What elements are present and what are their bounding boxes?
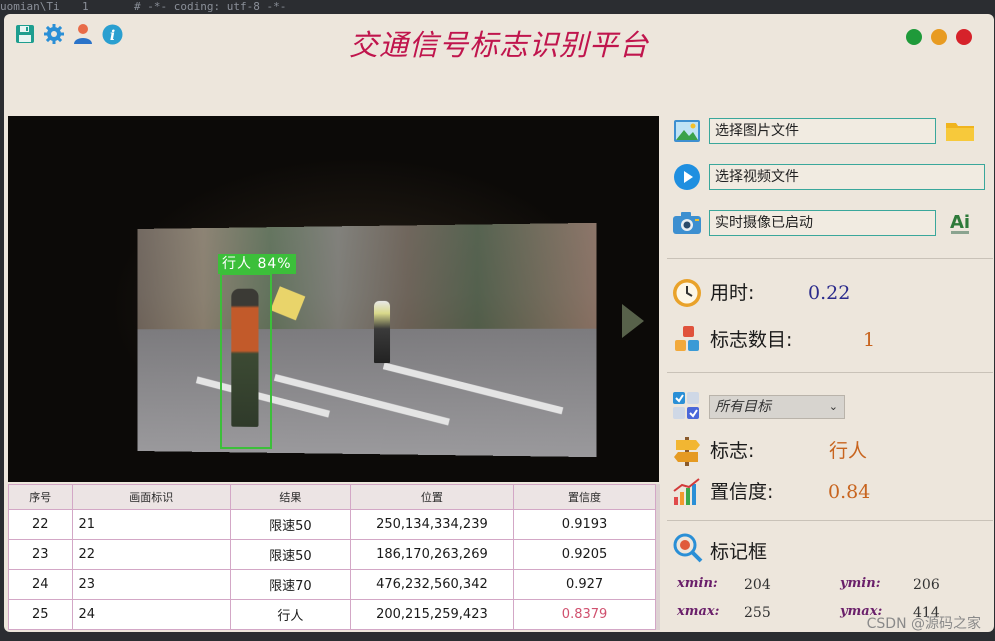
cell-frame: 23: [71, 569, 232, 600]
cell-confidence: 0.9193: [513, 509, 656, 540]
scene-road: [137, 328, 597, 458]
count-stat: 标志数目: 1: [664, 323, 994, 357]
video-file-field[interactable]: 选择视频文件: [709, 164, 985, 190]
minimize-button[interactable]: [906, 29, 922, 45]
watermark: CSDN @源码之家: [866, 616, 981, 632]
col-header-position[interactable]: 位置: [349, 484, 515, 510]
confidence-label: 置信度:: [710, 481, 774, 503]
table-scrollbar[interactable]: [656, 484, 660, 630]
video-file-row: 选择视频文件: [664, 160, 994, 194]
ymin-value: 206: [913, 577, 940, 593]
detection-label: 行人 84%: [218, 254, 296, 274]
target-select-value: 所有目标: [715, 399, 771, 415]
chevron-down-icon: ⌄: [828, 400, 838, 413]
editor-code-line: # -*- coding: utf-8 -*-: [134, 0, 287, 13]
image-file-field[interactable]: 选择图片文件: [709, 118, 936, 144]
cell-position: 186,170,263,269: [349, 539, 515, 570]
play-arrow-icon[interactable]: [622, 304, 644, 338]
camera-icon[interactable]: [672, 208, 702, 238]
sign-stat: 标志: 行人: [664, 434, 994, 468]
clock-icon: [672, 278, 702, 308]
cell-index: 24: [8, 569, 73, 600]
sign-label: 标志:: [710, 440, 755, 462]
col-header-index[interactable]: 序号: [8, 484, 73, 510]
col-header-result[interactable]: 结果: [230, 484, 351, 510]
divider: [667, 258, 993, 259]
table-row[interactable]: 25 24 行人 200,215,259,423 0.8379: [8, 599, 656, 630]
app-title: 交通信号标志识别平台: [348, 28, 649, 62]
confidence-stat: 置信度: 0.84: [664, 475, 994, 509]
confidence-value: 0.84: [828, 481, 871, 503]
cell-index: 23: [8, 539, 73, 570]
count-label: 标志数目:: [710, 329, 793, 351]
ai-icon[interactable]: Ai: [944, 209, 976, 237]
xmax-value: 255: [744, 605, 771, 621]
table-header-row: 序号 画面标识 结果 位置 置信度: [8, 484, 656, 510]
ymin-label: ymin:: [840, 576, 881, 591]
sign-value: 行人: [829, 440, 868, 462]
street-scene-image: [137, 222, 597, 458]
xmin-value: 204: [744, 577, 771, 593]
table-row[interactable]: 24 23 限速70 476,232,560,342 0.927: [8, 569, 656, 600]
cell-index: 25: [8, 599, 73, 630]
divider: [667, 520, 993, 521]
col-header-frame[interactable]: 画面标识: [71, 484, 232, 510]
scene-buildings: [137, 222, 597, 329]
cell-frame: 22: [71, 539, 232, 570]
image-icon[interactable]: [672, 116, 702, 146]
close-button[interactable]: [956, 29, 972, 45]
table-row[interactable]: 22 21 限速50 250,134,334,239 0.9193: [8, 509, 656, 540]
editor-tab-fragment: uomian\Ti: [0, 0, 60, 13]
cell-result: 限速70: [230, 569, 351, 600]
cell-position: 476,232,560,342: [349, 569, 515, 600]
cell-position: 250,134,334,239: [349, 509, 515, 540]
col-header-confidence[interactable]: 置信度: [513, 484, 656, 510]
svg-text:Ai: Ai: [950, 212, 970, 233]
time-label: 用时:: [710, 282, 755, 304]
detection-box: [220, 273, 272, 449]
cell-confidence: 0.9205: [513, 539, 656, 570]
camera-status-field[interactable]: 实时摄像已启动: [709, 210, 936, 236]
window-controls: [906, 29, 972, 45]
play-icon[interactable]: [672, 162, 702, 192]
target-select[interactable]: 所有目标 ⌄: [709, 395, 845, 419]
cell-confidence: 0.8379: [513, 599, 656, 630]
results-table: 序号 画面标识 结果 位置 置信度 22 21 限速50 250,134,334…: [8, 484, 656, 630]
cell-result: 限速50: [230, 509, 351, 540]
xmin-label: xmin:: [677, 576, 718, 591]
number-blocks-icon: [672, 325, 702, 355]
camera-row: 实时摄像已启动 Ai: [664, 206, 994, 240]
maximize-button[interactable]: [931, 29, 947, 45]
xmax-label: xmax:: [677, 604, 720, 619]
video-display: 行人 84%: [8, 116, 659, 482]
table-row[interactable]: 23 22 限速50 186,170,263,269 0.9205: [8, 539, 656, 570]
control-panel: 选择图片文件 选择视频文件 实时摄像已启动 Ai 用时: 0.22 标志数目: …: [664, 114, 994, 632]
divider: [667, 372, 993, 373]
cell-position: 200,215,259,423: [349, 599, 515, 630]
folder-icon[interactable]: [944, 117, 976, 145]
image-file-row: 选择图片文件: [664, 114, 994, 148]
editor-line-number: 1: [82, 0, 89, 13]
cell-index: 22: [8, 509, 73, 540]
count-value: 1: [863, 329, 876, 351]
cell-confidence: 0.927: [513, 569, 656, 600]
checkbox-list-icon: [672, 391, 702, 421]
app-window: i 交通信号标志识别平台 行人 84% 序号 画面标识 结果 位置 置信度 22…: [4, 14, 994, 632]
editor-background: uomian\Ti 1 # -*- coding: utf-8 -*-: [0, 0, 995, 14]
time-stat: 用时: 0.22: [664, 276, 994, 310]
cell-result: 行人: [230, 599, 351, 630]
target-search-icon: [672, 532, 704, 564]
signpost-icon: [672, 436, 702, 466]
time-value: 0.22: [808, 282, 851, 304]
cell-result: 限速50: [230, 539, 351, 570]
bar-chart-icon: [672, 477, 702, 507]
cell-frame: 21: [71, 509, 232, 540]
bbox-title: 标记框: [710, 541, 768, 563]
cell-frame: 24: [71, 599, 232, 630]
traffic-officer-figure: [373, 300, 391, 364]
